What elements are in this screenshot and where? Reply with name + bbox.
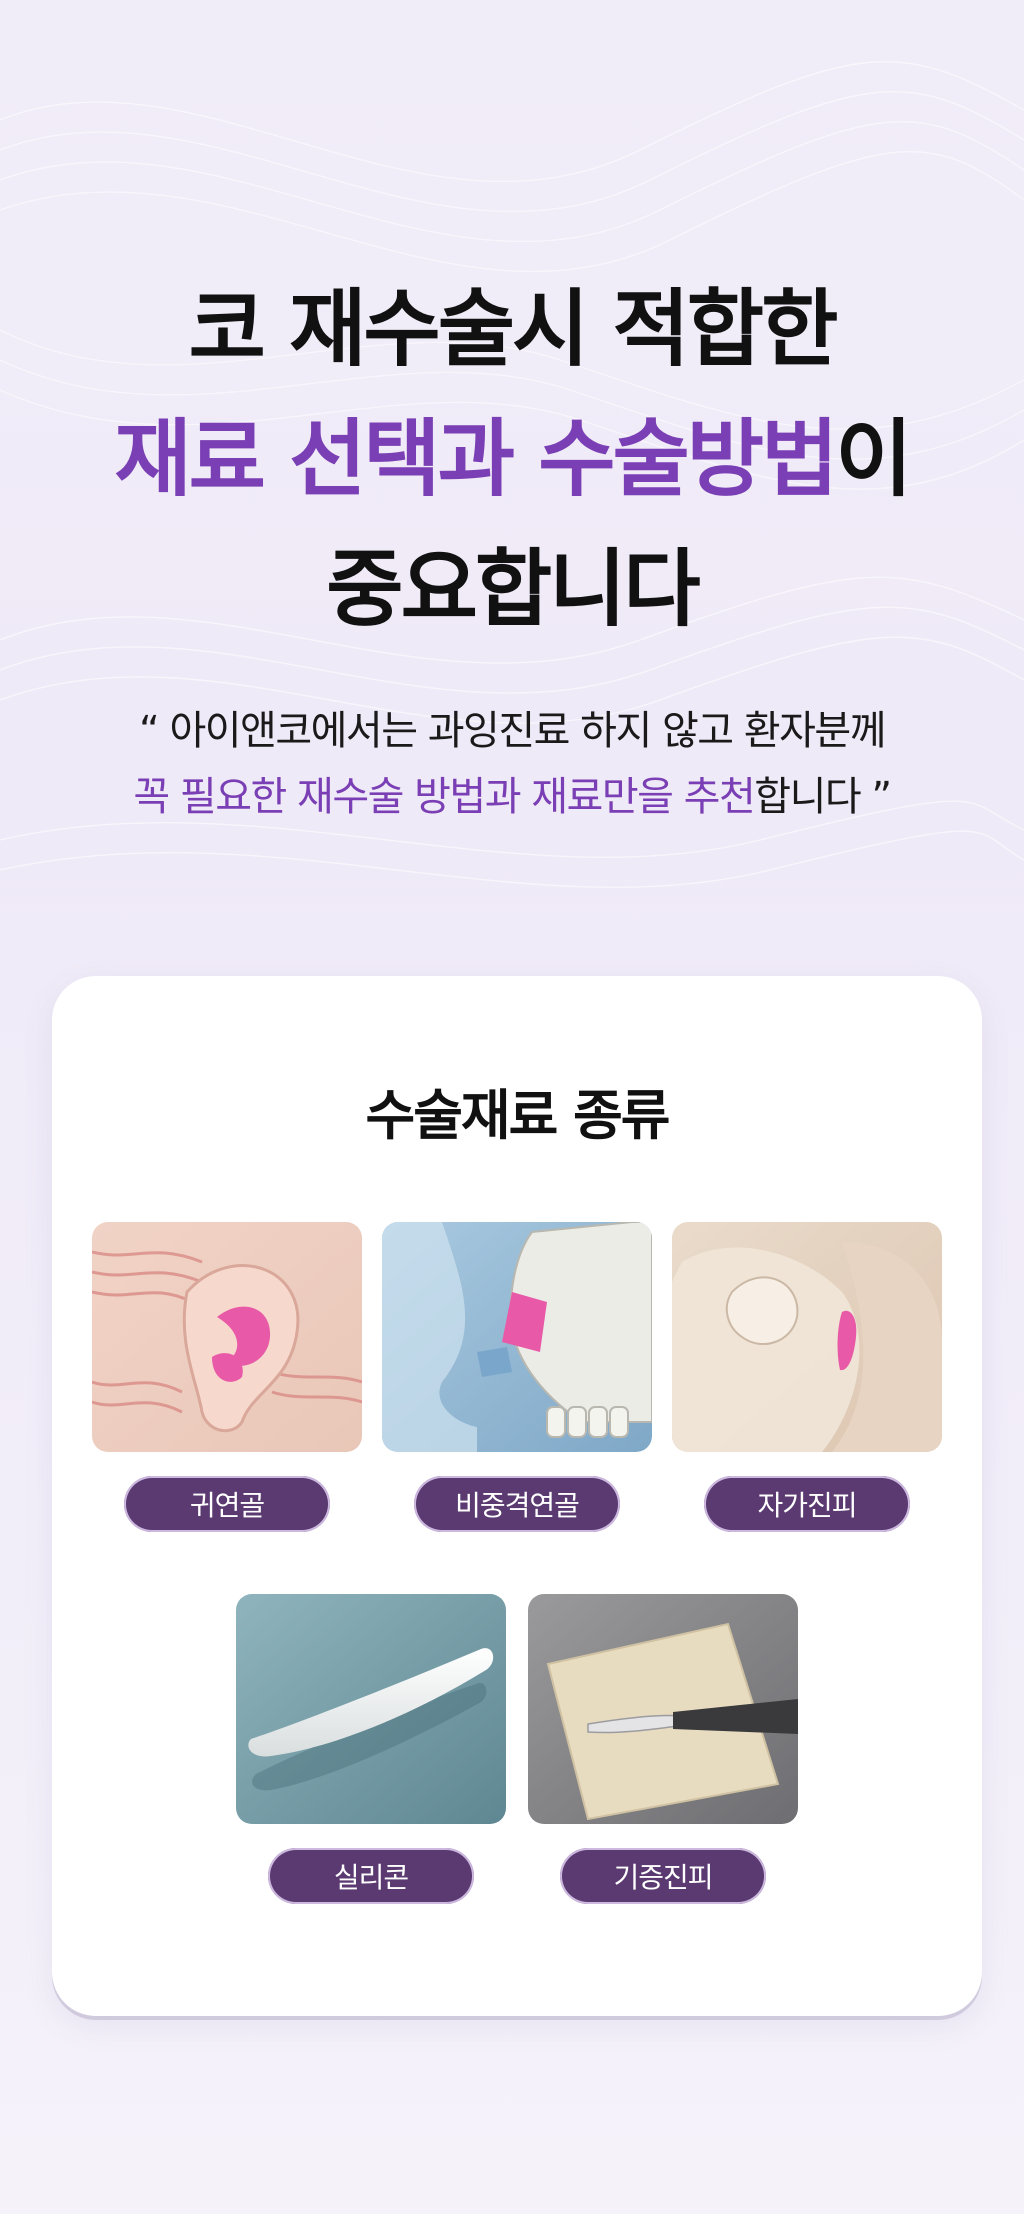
donor-dermis-icon <box>528 1594 798 1824</box>
septal-cartilage-icon <box>382 1222 652 1452</box>
quote-line-2-rest: 합니다 ” <box>754 774 892 820</box>
material-item-donor-dermis <box>528 1594 798 1824</box>
silicone-implant-icon <box>236 1594 506 1824</box>
quote-highlight: 꼭 필요한 재수술 방법과 재료만을 추천 <box>133 774 755 820</box>
ear-cartilage-icon <box>92 1222 362 1452</box>
material-item-silicone <box>236 1594 506 1824</box>
material-item-septal-cartilage <box>382 1222 652 1452</box>
material-label-ear-cartilage: 귀연골 <box>124 1476 330 1532</box>
material-label-silicone: 실리콘 <box>268 1848 474 1904</box>
material-item-ear-cartilage <box>92 1222 362 1452</box>
materials-title: 수술재료 종류 <box>365 1084 671 1147</box>
headline-highlight: 재료 선택과 수술방법 <box>114 410 838 508</box>
headline-line-2: 재료 선택과 수술방법이 <box>0 392 1024 513</box>
material-item-dermis <box>672 1222 942 1452</box>
headline-line-1: 코 재수술시 적합한 <box>188 280 839 378</box>
dermis-icon <box>672 1222 942 1452</box>
quote-line-1: “ 아이앤코에서는 과잉진료 하지 않고 환자분께 <box>139 708 887 754</box>
material-label-septal-cartilage: 비중격연골 <box>414 1476 620 1532</box>
materials-card: 수술재료 종류 귀연골 비중격연골 자가진피 실리콘 기증진피 <box>52 976 982 2016</box>
material-label-dermis: 자가진피 <box>704 1476 910 1532</box>
quote-line-2: 꼭 필요한 재수술 방법과 재료만을 추천합니다 ” <box>0 764 1024 822</box>
headline-line-3: 중요합니다 <box>326 540 700 638</box>
material-label-donor-dermis: 기증진피 <box>560 1848 766 1904</box>
headline-line-2-rest: 이 <box>835 410 912 508</box>
